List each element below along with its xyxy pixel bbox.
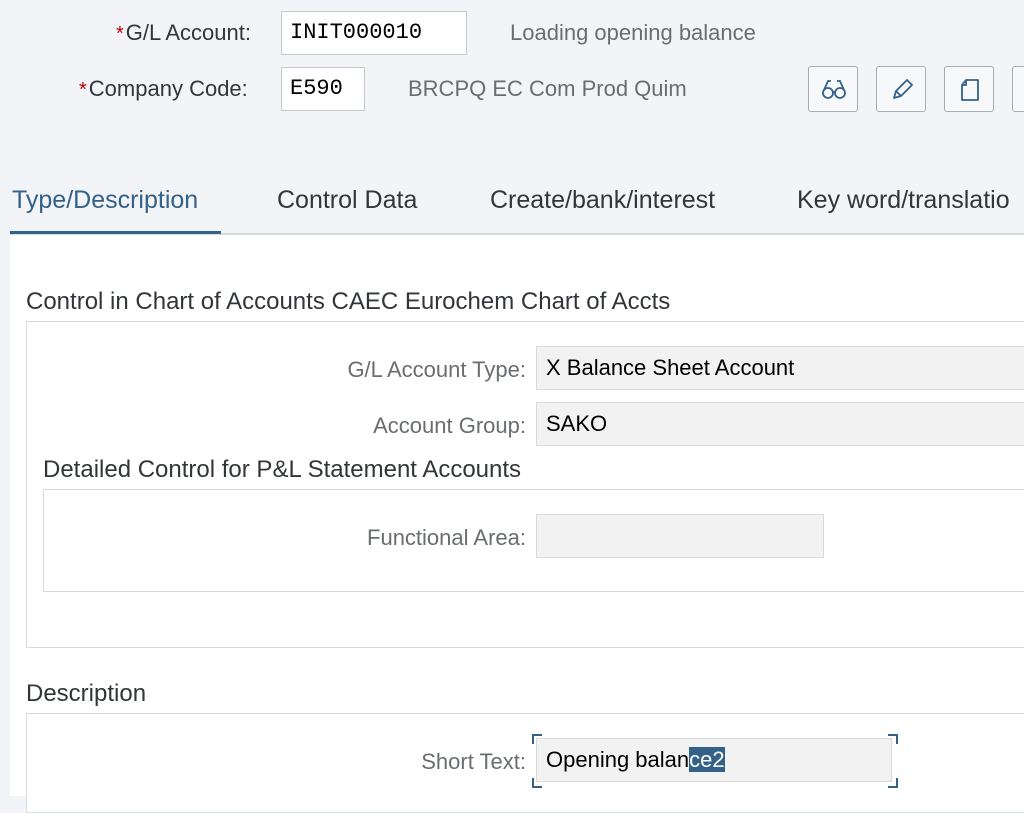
tab-control-data[interactable]: Control Data: [277, 186, 417, 215]
tab-type-description[interactable]: Type/Description: [12, 186, 198, 215]
gl-account-field[interactable]: INIT000010: [281, 11, 467, 55]
focus-corner-br: [888, 778, 898, 788]
focus-corner-bl: [532, 778, 542, 788]
focus-corner-tr: [888, 734, 898, 744]
control-section-title: Control in Chart of Accounts CAEC Euroch…: [26, 288, 671, 315]
tab-create-bank-interest[interactable]: Create/bank/interest: [490, 186, 715, 215]
company-code-description: BRCPQ EC Com Prod Quim: [408, 76, 687, 101]
short-text-label: Short Text:: [421, 749, 526, 774]
functional-area-field[interactable]: [536, 514, 824, 558]
short-text-field[interactable]: Opening balance2: [536, 738, 892, 782]
gl-account-label: *G/L Account:: [116, 20, 251, 46]
active-tab-indicator: [10, 231, 221, 234]
edit-button[interactable]: [876, 66, 926, 112]
gl-account-type-label: G/L Account Type:: [347, 357, 526, 382]
pencil-icon: [893, 79, 913, 99]
focus-corner-tl: [532, 734, 542, 744]
account-group-field[interactable]: SAKO: [536, 402, 1024, 446]
company-code-label-text: Company Code:: [88, 76, 248, 101]
description-section-title: Description: [26, 680, 147, 707]
company-code-field[interactable]: E590: [281, 67, 365, 111]
pl-section-title: Detailed Control for P&L Statement Accou…: [43, 456, 522, 483]
required-marker: *: [79, 79, 87, 101]
pl-group-box: [43, 489, 1024, 592]
gl-account-type-field[interactable]: X Balance Sheet Account: [536, 346, 1024, 390]
document-button[interactable]: [944, 66, 994, 112]
document-icon: [961, 79, 979, 101]
account-group-label: Account Group:: [373, 413, 526, 438]
gl-account-label-text: G/L Account:: [125, 20, 251, 45]
required-marker: *: [116, 23, 124, 45]
short-text-selection: ce2: [689, 747, 725, 772]
display-button[interactable]: [808, 66, 858, 112]
company-code-label: *Company Code:: [79, 76, 248, 102]
functional-area-label: Functional Area:: [367, 525, 526, 550]
gl-account-description: Loading opening balance: [510, 20, 756, 45]
glasses-icon: [822, 80, 846, 99]
short-text-value: Opening balan: [546, 747, 690, 772]
tab-keyword-translation[interactable]: Key word/translatio: [797, 186, 1010, 215]
more-toolbar-button[interactable]: [1012, 66, 1024, 112]
